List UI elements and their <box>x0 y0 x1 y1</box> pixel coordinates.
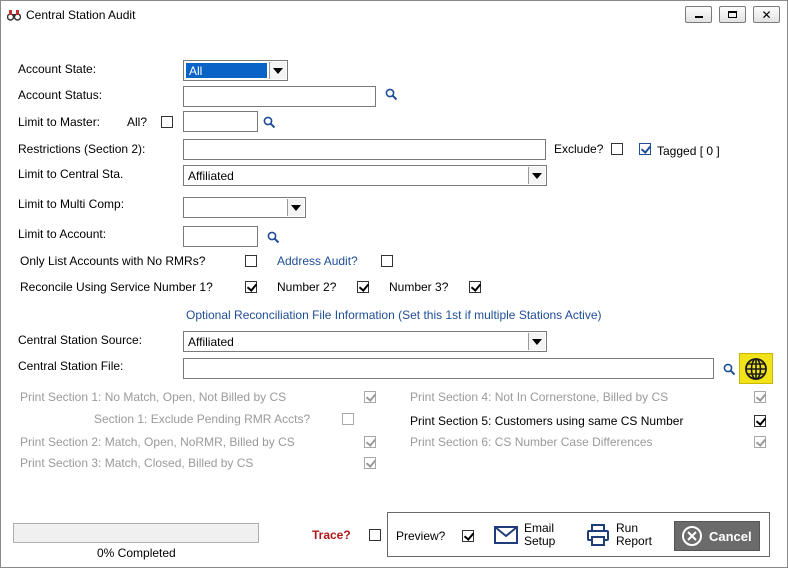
account-status-input[interactable] <box>183 86 376 107</box>
chevron-down-icon[interactable] <box>528 167 545 184</box>
limit-to-master-label: Limit to Master: <box>18 115 101 129</box>
limit-to-master-search-icon[interactable] <box>263 116 276 129</box>
cancel-x-icon <box>682 526 702 546</box>
cs-source-value: Affiliated <box>188 335 234 349</box>
progress-bar <box>13 523 259 543</box>
section3-label: Print Section 3: Match, Closed, Billed b… <box>20 456 254 470</box>
optional-reconciliation-header: Optional Reconciliation File Information… <box>186 308 602 322</box>
section1-checkbox[interactable] <box>364 391 376 403</box>
email-setup-line2: Setup <box>524 534 556 548</box>
run-report-line1: Run <box>616 521 639 535</box>
cs-source-label: Central Station Source: <box>18 333 143 347</box>
all-checkbox[interactable] <box>161 116 173 128</box>
limit-to-master-input[interactable] <box>183 111 258 132</box>
title-bar: Central Station Audit ✕ <box>1 1 787 29</box>
central-station-audit-window: Central Station Audit ✕ Account State: A… <box>0 0 788 568</box>
exclude-checkbox[interactable] <box>611 143 623 155</box>
globe-icon <box>745 357 767 380</box>
minimize-button[interactable] <box>685 6 712 23</box>
trace-label: Trace? <box>312 528 351 542</box>
restrictions-input[interactable] <box>183 139 546 160</box>
section5-checkbox[interactable] <box>754 415 766 427</box>
number2-checkbox[interactable] <box>357 281 369 293</box>
tagged-checkbox[interactable] <box>639 143 651 155</box>
maximize-icon <box>728 11 737 18</box>
limit-central-label: Limit to Central Sta. <box>18 167 124 181</box>
limit-account-label: Limit to Account: <box>18 227 107 241</box>
run-report-text: Run Report <box>616 522 652 548</box>
globe-button[interactable] <box>739 353 773 384</box>
preview-checkbox[interactable] <box>462 530 474 542</box>
envelope-icon <box>494 526 518 544</box>
chevron-down-icon[interactable] <box>287 199 304 216</box>
section6-label: Print Section 6: CS Number Case Differen… <box>410 435 653 449</box>
binoculars-icon <box>7 10 21 21</box>
number3-label: Number 3? <box>389 280 449 294</box>
limit-account-input[interactable] <box>183 226 258 247</box>
limit-central-value: Affiliated <box>188 169 234 183</box>
cs-source-select[interactable]: Affiliated <box>183 331 547 352</box>
number3-checkbox[interactable] <box>469 281 481 293</box>
cancel-button[interactable]: Cancel <box>674 521 760 551</box>
account-status-label: Account Status: <box>18 88 103 102</box>
tagged-label: Tagged [ 0 ] <box>657 144 720 158</box>
cancel-label: Cancel <box>709 528 752 544</box>
limit-account-search-icon[interactable] <box>267 231 280 244</box>
section5-label: Print Section 5: Customers using same CS… <box>410 414 684 428</box>
account-state-value: All <box>186 63 267 78</box>
progress-label: 0% Completed <box>97 546 176 560</box>
email-setup-line1: Email <box>524 521 555 535</box>
limit-multicomp-select[interactable] <box>183 197 306 218</box>
maximize-button[interactable] <box>719 6 746 23</box>
chevron-down-icon[interactable] <box>528 333 545 350</box>
reconcile-label: Reconcile Using Service Number 1? <box>20 280 213 294</box>
restrictions-label: Restrictions (Section 2): <box>18 142 146 156</box>
close-icon: ✕ <box>761 7 772 22</box>
exclude-label: Exclude? <box>554 142 604 156</box>
section1-label: Print Section 1: No Match, Open, Not Bil… <box>20 390 287 404</box>
email-setup-text: Email Setup <box>524 522 555 548</box>
window-title: Central Station Audit <box>26 8 136 22</box>
section6-checkbox[interactable] <box>754 436 766 448</box>
run-report-line2: Report <box>616 534 653 548</box>
cs-file-input[interactable] <box>183 358 714 379</box>
minimize-icon <box>694 16 703 18</box>
printer-icon <box>587 524 609 546</box>
reconcile-number1-checkbox[interactable] <box>245 281 257 293</box>
section1-exclude-label: Section 1: Exclude Pending RMR Accts? <box>94 412 311 426</box>
section1-exclude-checkbox[interactable] <box>342 413 354 425</box>
preview-label: Preview? <box>396 529 446 543</box>
chevron-down-icon[interactable] <box>269 62 286 79</box>
no-rmrs-checkbox[interactable] <box>245 255 257 267</box>
cs-file-label: Central Station File: <box>18 359 124 373</box>
address-audit-checkbox[interactable] <box>381 255 393 267</box>
no-rmrs-label: Only List Accounts with No RMRs? <box>20 254 206 268</box>
account-state-select[interactable]: All <box>183 60 288 81</box>
section4-checkbox[interactable] <box>754 391 766 403</box>
address-audit-label: Address Audit? <box>277 254 358 268</box>
section4-label: Print Section 4: Not In Cornerstone, Bil… <box>410 390 669 404</box>
action-panel: Preview? Email Setup Run Report Cancel <box>387 512 770 557</box>
run-report-button[interactable]: Run Report <box>586 522 652 548</box>
all-checkbox-label: All? <box>127 115 148 129</box>
limit-multicomp-label: Limit to Multi Comp: <box>18 197 125 211</box>
email-setup-button[interactable]: Email Setup <box>494 522 555 548</box>
close-button[interactable]: ✕ <box>753 6 780 23</box>
number2-label: Number 2? <box>277 280 337 294</box>
account-status-search-icon[interactable] <box>385 88 398 101</box>
trace-checkbox[interactable] <box>369 529 381 541</box>
limit-central-select[interactable]: Affiliated <box>183 165 547 186</box>
section3-checkbox[interactable] <box>364 457 376 469</box>
cs-file-search-icon[interactable] <box>723 363 736 376</box>
section2-checkbox[interactable] <box>364 436 376 448</box>
section2-label: Print Section 2: Match, Open, NoRMR, Bil… <box>20 435 295 449</box>
account-state-label: Account State: <box>18 62 97 76</box>
